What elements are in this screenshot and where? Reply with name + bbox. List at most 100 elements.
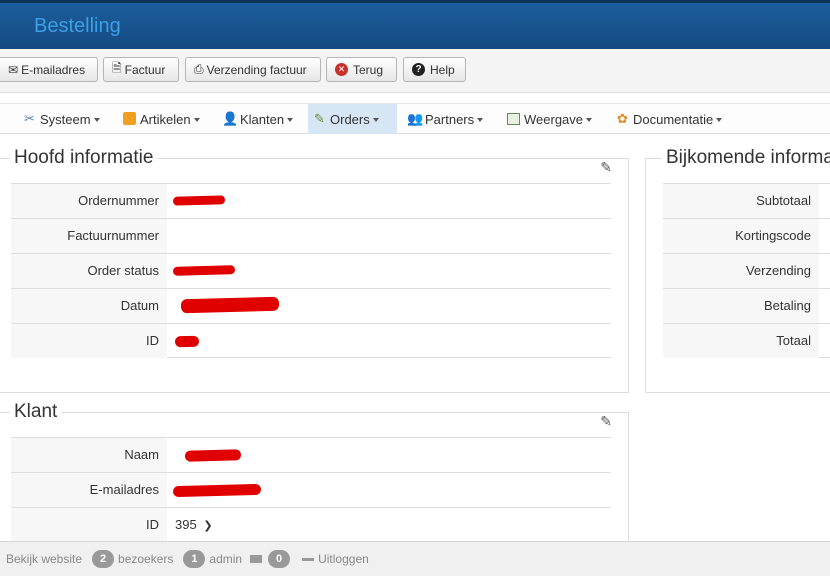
menu-item-klanten[interactable]: 👤 Klanten [218,104,301,134]
menu-item-label: Orders [330,111,370,127]
menu-item-artikelen[interactable]: Artikelen [118,104,208,134]
shipping-value [819,254,830,288]
extra-info-title: Bijkomende informa [662,147,830,169]
extra-info-panel: Bijkomende informa Subtotaal Kortingscod… [645,147,830,393]
envelope-icon: ✉ [8,62,19,77]
admin-label: admin [209,552,243,566]
main-info-title: Hoofd informatie [10,147,158,169]
toolbar: ✉ E-mailadres 🗎 Factuur ⎙ Verzending fac… [0,49,830,93]
table-row: Betaling [663,288,830,323]
date-value [167,289,611,323]
field-label: ID [11,508,167,542]
field-label: Factuurnummer [11,219,167,253]
table-row: E-mailadres [11,472,611,507]
table-row: Totaal [663,323,830,358]
table-row: Order status [11,253,611,288]
table-row: Kortingscode [663,218,830,253]
field-label: ID [11,324,167,358]
field-label: Ordernummer [11,184,167,218]
redaction-mark [174,335,200,348]
field-label: Naam [11,438,167,472]
redaction-mark [172,265,236,276]
menu-item-documentatie[interactable]: ✿ Documentatie [611,104,730,134]
messages-count-badge: 0 [268,550,291,568]
menu-item-label: Systeem [40,111,91,127]
table-row: Datum [11,288,611,323]
orders-icon: ✎ [314,111,325,126]
chevron-right-icon[interactable]: ❯ [203,520,212,532]
table-row: ID 395 ❯ [11,507,611,542]
pencil-icon[interactable]: ✎ [600,159,612,176]
total-value [819,324,830,358]
admin-count-badge: 1 [183,550,206,568]
shipping-invoice-button[interactable]: ⎙ Verzending factuur [185,57,321,82]
table-row: Verzending [663,253,830,288]
field-label: Order status [11,254,167,288]
close-circle-icon: ✕ [335,63,348,76]
logout-link[interactable]: Uitloggen [318,552,369,566]
table-row: ID [11,323,611,358]
email-button-label: E-mailadres [21,62,86,77]
document-icon: 🗎 [112,61,122,75]
field-label: Subtotaal [663,184,819,218]
menu-item-systeem[interactable]: ✂ Systeem [18,104,108,134]
customer-name-value [167,438,611,472]
field-label: Totaal [663,324,819,358]
invoice-number-value [167,219,611,253]
visitors-count-badge: 2 [92,550,115,568]
menu-item-label: Partners [425,111,475,127]
box-icon [123,112,136,125]
field-label: Betaling [663,289,819,323]
tools-icon: ✂ [24,111,35,126]
chevron-down-icon [193,118,200,122]
messages-icon[interactable] [250,555,263,563]
discount-code-value [819,219,830,253]
menu-item-label: Weergave [524,111,584,127]
field-label: Datum [11,289,167,323]
main-info-panel: Hoofd informatie ✎ Ordernummer Factuurnu… [0,147,629,393]
chevron-down-icon [586,118,593,122]
table-row: Naam [11,437,611,472]
redaction-mark [172,195,226,206]
order-status-value [167,254,611,288]
pencil-icon[interactable]: ✎ [600,413,612,430]
table-row: Ordernummer [11,183,611,218]
invoice-button[interactable]: 🗎 Factuur [103,57,179,82]
menu-item-weergave[interactable]: Weergave [502,104,600,134]
subtotal-value [819,184,830,218]
id-value [167,324,611,358]
main-menu: ✂ Systeem Artikelen 👤 Klanten ✎ Orders 👥… [0,103,830,134]
redaction-mark [172,483,262,498]
table-row: Factuurnummer [11,218,611,253]
customer-email-value [167,473,611,507]
users-icon: 👤 [222,111,239,126]
chevron-down-icon [287,118,294,122]
menu-item-orders[interactable]: ✎ Orders [308,104,397,134]
title-bar: Bestelling [0,0,830,49]
field-label: Verzending [663,254,819,288]
menu-item-label: Klanten [240,111,285,127]
table-row: Subtotaal [663,183,830,218]
payment-value [819,289,830,323]
field-label: Kortingscode [663,219,819,253]
invoice-button-label: Factuur [124,62,166,77]
customer-title: Klant [10,401,62,423]
chevron-down-icon [93,118,100,122]
lifebuoy-icon: ✿ [617,111,628,126]
redaction-mark [184,449,242,462]
chevron-down-icon [716,118,723,122]
email-button[interactable]: ✉ E-mailadres [0,57,98,82]
order-number-value [167,184,611,218]
menu-item-partners[interactable]: 👥 Partners [403,104,491,134]
layout-icon [507,113,520,125]
view-website-link[interactable]: Bekijk website [6,552,82,566]
help-icon: ? [412,63,425,76]
customer-id-value: 395 ❯ [175,517,213,532]
help-button[interactable]: ? Help [403,57,466,82]
menu-item-label: Documentatie [633,111,714,127]
back-button[interactable]: ✕ Terug [326,57,397,82]
status-footer: Bekijk website 2 bezoekers 1 admin 0 Uit… [0,541,830,576]
chevron-down-icon [477,118,484,122]
chevron-down-icon [372,118,379,122]
help-button-label: Help [430,62,455,77]
